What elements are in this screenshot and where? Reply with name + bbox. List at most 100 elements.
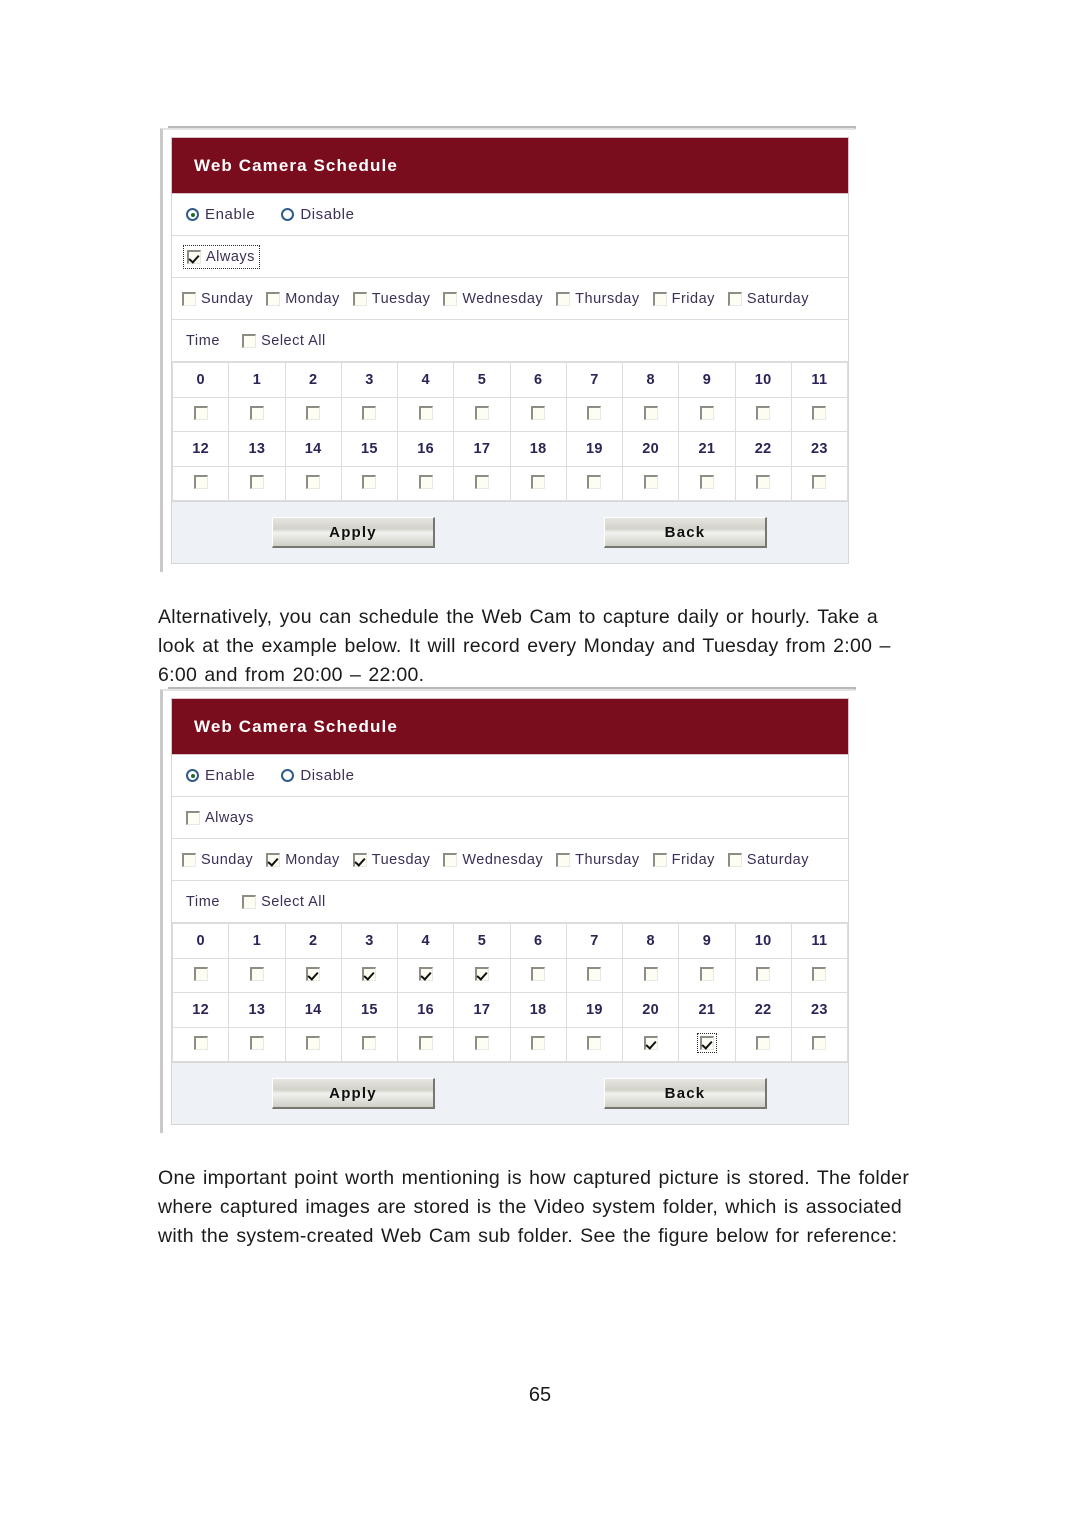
hour-checkbox-icon[interactable] xyxy=(756,966,771,981)
radio-enable-1[interactable]: Enable xyxy=(186,206,255,223)
hour-checkbox-cell[interactable] xyxy=(284,1027,342,1062)
hour-checkbox-icon[interactable] xyxy=(193,1035,208,1050)
hour-checkbox-icon[interactable] xyxy=(249,405,264,420)
hour-checkbox-icon[interactable] xyxy=(587,1035,602,1050)
apply-button-2[interactable]: Apply xyxy=(272,1078,435,1109)
hour-checkbox-icon[interactable] xyxy=(474,474,489,489)
checkbox-select-all-icon-1[interactable] xyxy=(242,333,257,348)
hour-checkbox-cell[interactable] xyxy=(396,1027,455,1062)
checkbox-day-sunday-1[interactable]: Sunday xyxy=(182,291,253,307)
hour-checkbox-icon[interactable] xyxy=(643,1035,658,1050)
hour-checkbox-cell[interactable] xyxy=(678,397,736,432)
hour-checkbox-icon[interactable] xyxy=(699,474,714,489)
hour-checkbox-icon[interactable] xyxy=(249,966,264,981)
hour-checkbox-icon[interactable] xyxy=(587,474,602,489)
hour-checkbox-cell[interactable] xyxy=(621,466,680,501)
hour-checkbox-cell[interactable] xyxy=(171,958,230,993)
hour-checkbox-cell[interactable] xyxy=(284,466,342,501)
hour-checkbox-icon[interactable] xyxy=(418,405,433,420)
checkbox-day-wednesday-1[interactable]: Wednesday xyxy=(443,291,543,307)
checkbox-day-wednesday-2[interactable]: Wednesday xyxy=(443,852,543,868)
hour-checkbox-icon[interactable] xyxy=(474,966,489,981)
checkbox-day-monday-icon-2[interactable] xyxy=(266,852,281,867)
checkbox-day-wednesday-icon-2[interactable] xyxy=(443,852,458,867)
hour-checkbox-icon[interactable] xyxy=(643,474,658,489)
hour-checkbox-cell[interactable] xyxy=(565,1027,624,1062)
hour-checkbox-cell[interactable] xyxy=(734,958,792,993)
hour-checkbox-cell[interactable] xyxy=(453,1027,511,1062)
checkbox-always-icon-1[interactable] xyxy=(187,249,201,264)
hour-checkbox-cell[interactable] xyxy=(171,466,230,501)
hour-checkbox-icon[interactable] xyxy=(531,1035,546,1050)
hour-checkbox-cell[interactable] xyxy=(340,397,399,432)
hour-checkbox-cell[interactable] xyxy=(396,958,455,993)
radio-disable-icon-2[interactable] xyxy=(281,769,295,782)
hour-checkbox-cell[interactable] xyxy=(678,958,736,993)
hour-checkbox-icon[interactable] xyxy=(812,1035,827,1050)
radio-enable-icon-2[interactable] xyxy=(186,769,199,782)
hour-checkbox-icon[interactable] xyxy=(643,966,658,981)
hour-checkbox-icon[interactable] xyxy=(306,966,321,981)
hour-checkbox-cell[interactable] xyxy=(509,1027,567,1062)
apply-button-1[interactable]: Apply xyxy=(272,517,435,548)
hour-checkbox-cell[interactable] xyxy=(453,397,511,432)
hour-checkbox-icon[interactable] xyxy=(756,1035,771,1050)
hour-checkbox-icon[interactable] xyxy=(474,405,489,420)
hour-checkbox-icon[interactable] xyxy=(362,1035,377,1050)
hour-checkbox-cell[interactable] xyxy=(228,466,286,501)
hour-checkbox-icon[interactable] xyxy=(699,405,714,420)
checkbox-day-friday-1[interactable]: Friday xyxy=(652,291,715,307)
hour-checkbox-cell[interactable] xyxy=(790,397,849,432)
radio-disable-icon-1[interactable] xyxy=(281,208,295,221)
checkbox-day-saturday-icon-2[interactable] xyxy=(727,852,742,867)
hour-checkbox-cell[interactable] xyxy=(565,958,624,993)
hour-checkbox-cell[interactable] xyxy=(734,466,792,501)
hour-checkbox-icon[interactable] xyxy=(362,966,377,981)
hour-checkbox-icon[interactable] xyxy=(812,966,827,981)
hour-checkbox-icon[interactable] xyxy=(418,474,433,489)
hour-checkbox-cell[interactable] xyxy=(734,397,792,432)
hour-checkbox-icon[interactable] xyxy=(249,474,264,489)
hour-checkbox-cell[interactable] xyxy=(790,1027,849,1062)
hour-checkbox-cell[interactable] xyxy=(678,1027,736,1062)
checkbox-select-all-icon-2[interactable] xyxy=(242,894,257,909)
checkbox-day-sunday-icon-1[interactable] xyxy=(182,291,196,306)
hour-checkbox-cell[interactable] xyxy=(565,397,624,432)
checkbox-day-monday-2[interactable]: Monday xyxy=(266,852,340,868)
hour-checkbox-cell[interactable] xyxy=(453,466,511,501)
checkbox-day-monday-1[interactable]: Monday xyxy=(266,291,340,307)
hour-checkbox-icon[interactable] xyxy=(193,405,208,420)
hour-checkbox-icon[interactable] xyxy=(756,405,771,420)
checkbox-day-tuesday-icon-2[interactable] xyxy=(352,852,367,867)
checkbox-day-saturday-2[interactable]: Saturday xyxy=(727,852,809,868)
checkbox-day-friday-icon-2[interactable] xyxy=(652,852,667,867)
hour-checkbox-icon[interactable] xyxy=(418,966,433,981)
hour-checkbox-cell[interactable] xyxy=(621,958,680,993)
hour-checkbox-cell[interactable] xyxy=(734,1027,792,1062)
hour-checkbox-icon[interactable] xyxy=(193,966,208,981)
hour-checkbox-cell[interactable] xyxy=(340,1027,399,1062)
hour-checkbox-icon[interactable] xyxy=(531,966,546,981)
checkbox-always-1[interactable]: Always xyxy=(183,244,260,269)
radio-disable-2[interactable]: Disable xyxy=(281,767,354,784)
hour-checkbox-cell[interactable] xyxy=(171,1027,230,1062)
checkbox-day-saturday-1[interactable]: Saturday xyxy=(727,291,809,307)
hour-checkbox-icon[interactable] xyxy=(306,474,321,489)
hour-checkbox-cell[interactable] xyxy=(509,397,567,432)
checkbox-day-thursday-2[interactable]: Thursday xyxy=(556,852,639,868)
hour-checkbox-icon[interactable] xyxy=(306,1035,321,1050)
hour-checkbox-icon[interactable] xyxy=(587,966,602,981)
checkbox-day-saturday-icon-1[interactable] xyxy=(727,291,742,306)
checkbox-always-2[interactable]: Always xyxy=(186,810,254,826)
hour-checkbox-cell[interactable] xyxy=(678,466,736,501)
radio-enable-2[interactable]: Enable xyxy=(186,767,255,784)
hour-checkbox-icon[interactable] xyxy=(531,474,546,489)
hour-checkbox-icon[interactable] xyxy=(474,1035,489,1050)
hour-checkbox-cell[interactable] xyxy=(790,958,849,993)
hour-checkbox-icon[interactable] xyxy=(531,405,546,420)
hour-checkbox-cell[interactable] xyxy=(171,397,230,432)
checkbox-day-monday-icon-1[interactable] xyxy=(266,291,281,306)
hour-checkbox-cell[interactable] xyxy=(228,958,286,993)
hour-checkbox-cell[interactable] xyxy=(396,397,455,432)
radio-enable-icon-1[interactable] xyxy=(186,208,199,221)
